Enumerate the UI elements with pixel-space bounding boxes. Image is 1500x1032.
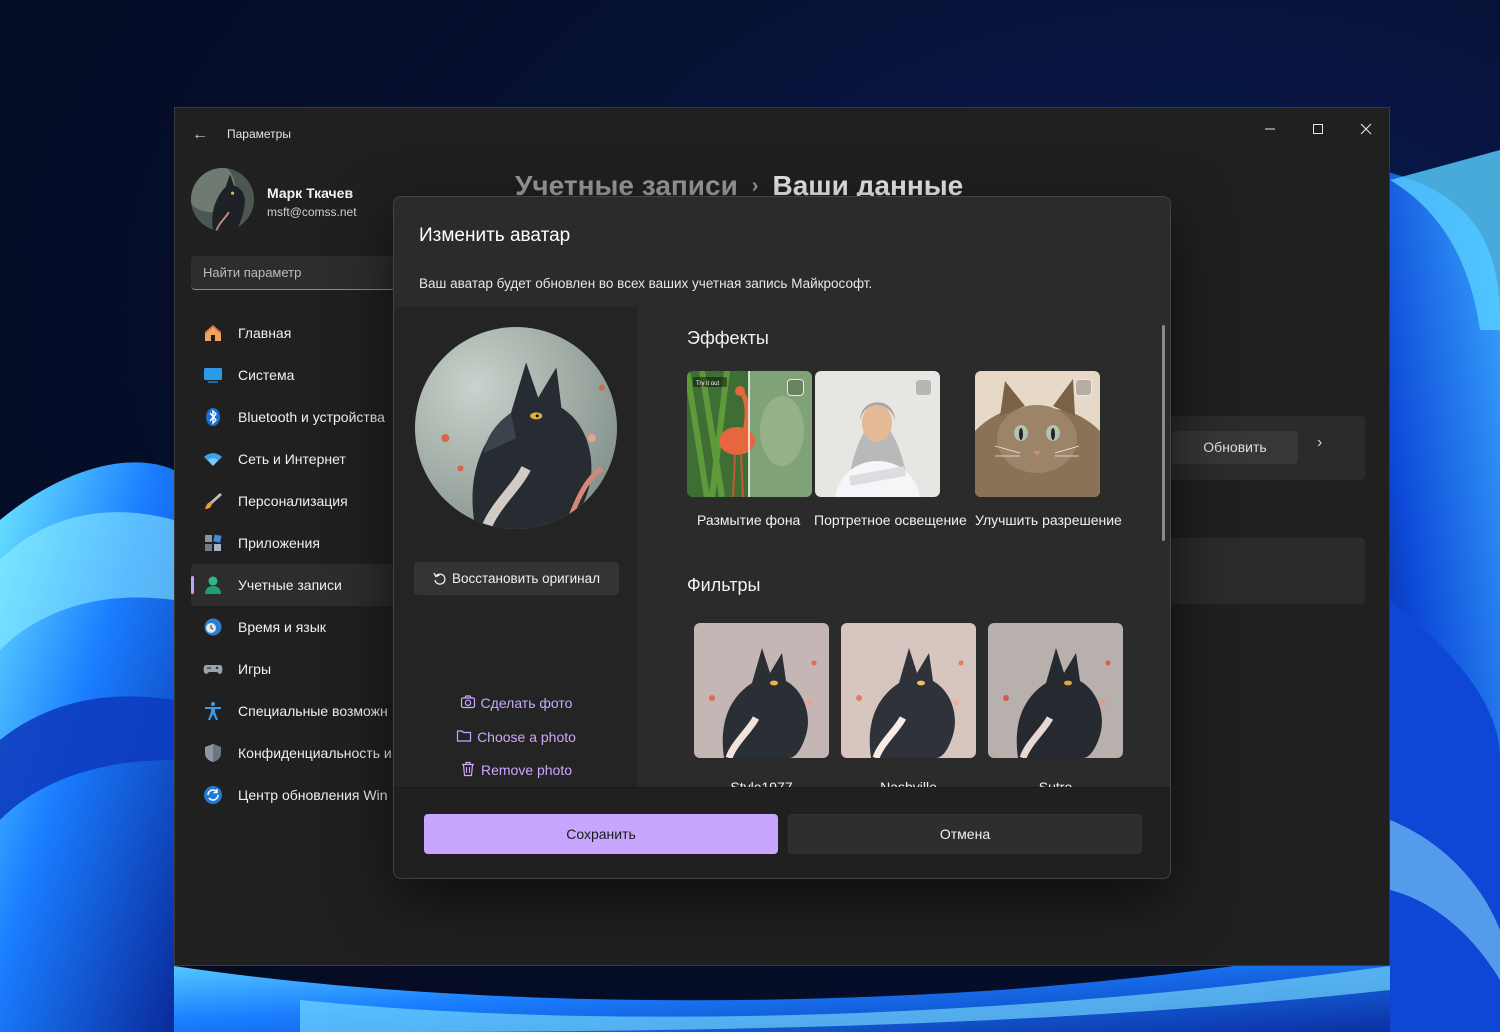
filter-style1977[interactable] — [694, 623, 829, 758]
avatar-preview — [415, 327, 617, 529]
dialog-footer: Сохранить Отмена — [394, 787, 1170, 878]
take-photo-link[interactable]: Сделать фото — [394, 694, 638, 711]
save-button[interactable]: Сохранить — [424, 814, 778, 854]
effect-label: Размытие фона — [697, 512, 801, 528]
dialog-body: Восстановить оригинал Сделать фото Choos… — [394, 307, 1170, 787]
cancel-button[interactable]: Отмена — [788, 814, 1142, 854]
effects-pane: Эффекты Try it out Размытие фона Портрет… — [638, 307, 1170, 787]
effect-checkbox[interactable] — [1075, 379, 1092, 396]
take-photo-label: Сделать фото — [480, 695, 573, 711]
effect-enhance-resolution[interactable] — [975, 371, 1100, 497]
filter-sutro[interactable] — [988, 623, 1123, 758]
dialog-description: Ваш аватар будет обновлен во всех ваших … — [419, 276, 873, 291]
remove-photo-label: Remove photo — [480, 762, 573, 778]
effect-portrait-light[interactable] — [815, 371, 940, 497]
filters-title: Фильтры — [687, 575, 761, 595]
effect-label: Портретное освещение — [814, 512, 967, 528]
effect-badge: Try it out — [696, 381, 719, 387]
scrollbar[interactable] — [1162, 325, 1165, 541]
filter-label: Nashville — [880, 779, 937, 787]
trash-icon — [461, 761, 474, 777]
restore-original-button[interactable]: Восстановить оригинал — [414, 562, 619, 595]
effect-checkbox[interactable] — [915, 379, 932, 396]
restore-original-label: Восстановить оригинал — [451, 571, 601, 586]
filter-label: Style1977 — [730, 779, 793, 787]
effect-checkbox[interactable] — [787, 379, 804, 396]
choose-photo-link[interactable]: Choose a photo — [394, 728, 638, 745]
effects-title: Эффекты — [687, 328, 769, 348]
filter-label: Sutro — [1038, 779, 1073, 787]
dialog-title: Изменить аватар — [419, 225, 571, 246]
camera-icon — [460, 695, 475, 709]
filter-nashville[interactable] — [841, 623, 976, 758]
effect-label: Улучшить разрешение — [975, 512, 1122, 528]
choose-photo-label: Choose a photo — [477, 729, 576, 745]
avatar-preview-pane: Восстановить оригинал Сделать фото Choos… — [394, 307, 638, 787]
change-avatar-dialog: Изменить аватар Ваш аватар будет обновле… — [393, 196, 1171, 879]
folder-icon — [456, 730, 472, 742]
remove-photo-link[interactable]: Remove photo — [394, 761, 638, 778]
effect-background-blur[interactable]: Try it out — [687, 371, 812, 497]
undo-icon — [433, 572, 446, 585]
